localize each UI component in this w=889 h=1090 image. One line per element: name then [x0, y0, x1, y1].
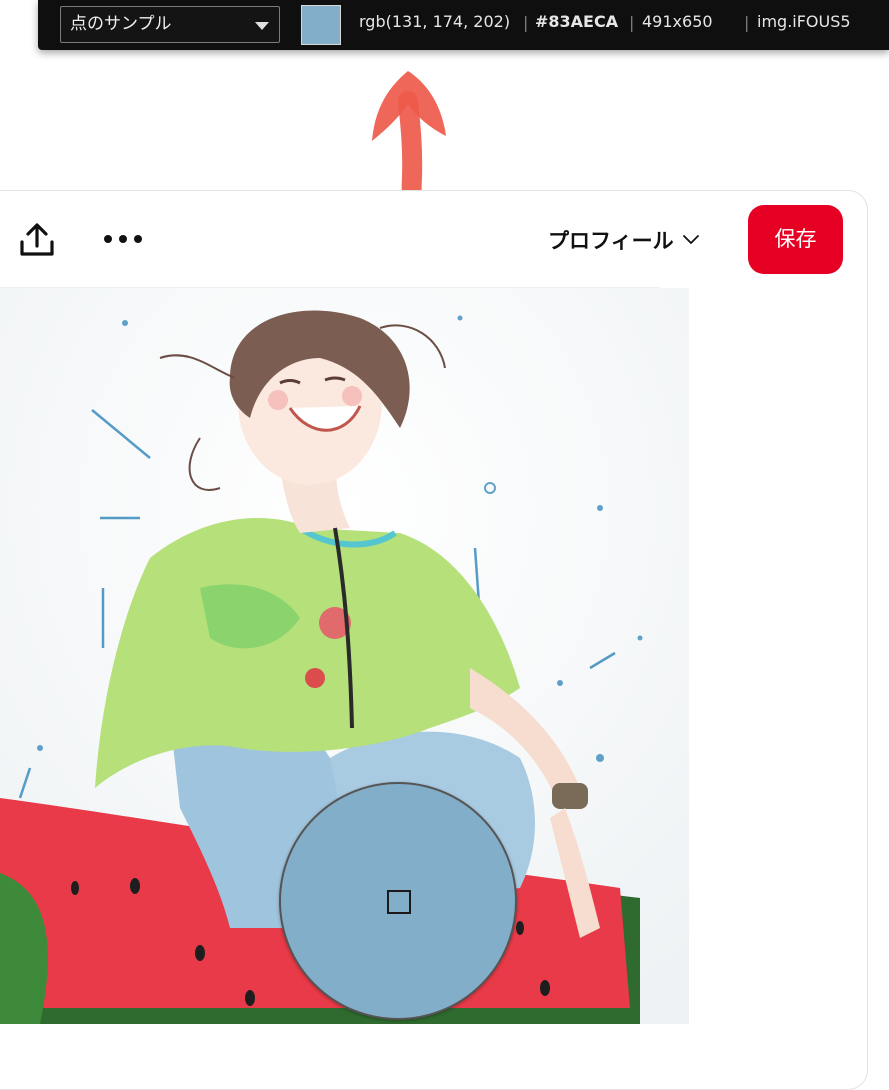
rgb-value[interactable]: rgb(131, 174, 202): [359, 12, 510, 31]
magnifier-loupe: [279, 782, 517, 1020]
sample-mode-select[interactable]: 点のサンプル: [60, 6, 280, 43]
profile-dropdown[interactable]: プロフィール: [548, 224, 700, 256]
separator: |: [523, 13, 529, 32]
share-upload-icon[interactable]: [17, 220, 57, 260]
hex-value[interactable]: #83AECA: [535, 12, 618, 31]
profile-label: プロフィール: [548, 229, 674, 253]
chevron-down-icon: [255, 22, 269, 30]
color-picker-toolbar: 点のサンプル rgb(131, 174, 202) | #83AECA | 49…: [38, 0, 889, 50]
separator: |: [744, 13, 750, 32]
chevron-down-icon: [682, 235, 699, 244]
image-size-value[interactable]: 491x650: [642, 12, 713, 31]
color-swatch: [301, 5, 341, 45]
sample-mode-label: 点のサンプル: [70, 14, 172, 34]
element-selector-value[interactable]: img.iFOUS5: [757, 12, 851, 31]
save-button[interactable]: 保存: [748, 205, 843, 274]
ellipsis-icon[interactable]: [101, 227, 145, 251]
separator: |: [629, 13, 635, 32]
crosshair-icon: [387, 890, 411, 914]
